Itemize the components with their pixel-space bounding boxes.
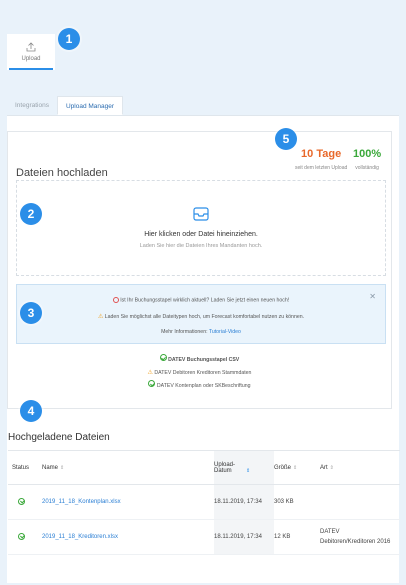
checklist-label: DATEV Kontenplan oder SKBeschriftung [156, 383, 251, 389]
column-name[interactable]: Name ⇕ [42, 450, 214, 485]
step-badge-2: 2 [20, 203, 42, 225]
warning-icon: ⚠ [147, 370, 153, 376]
info-line-1-text: Ist Ihr Buchungsstapel wirklich aktuell?… [120, 297, 290, 304]
inbox-icon [193, 207, 209, 221]
uploaded-files-table: Status Name ⇕ Upload-Datum ⇕ Größe ⇕ Art ⇕ 2… [8, 450, 400, 555]
step-badge-5: 5 [275, 128, 297, 150]
column-type-label: Art [320, 464, 328, 471]
tab-upload-manager[interactable]: Upload Manager [56, 96, 124, 115]
check-circle-icon [159, 354, 167, 361]
size-cell: 12 KB [274, 519, 320, 555]
upload-date-cell: 18.11.2019, 17:34 [214, 519, 274, 555]
days-value: 10 Tage [301, 148, 342, 160]
sort-icon: ⇕ [293, 464, 298, 471]
tab-bar: Integrations Upload Manager [7, 96, 399, 116]
days-caption: seit dem letzten Upload [295, 165, 348, 171]
checklist-item: ⚠ DATEV Debitoren Kreditoren Stammdaten [8, 367, 391, 380]
column-size-label: Größe [274, 464, 292, 471]
card-title: Dateien hochladen [16, 167, 108, 179]
info-more-label: Mehr Informationen: [161, 329, 208, 335]
checklist-item: DATEV Kontenplan oder SKBeschriftung [8, 380, 391, 393]
active-indicator [9, 68, 53, 70]
upload-date-cell: 18.11.2019, 17:34 [214, 484, 274, 520]
table-header-row: Status Name ⇕ Upload-Datum ⇕ Größe ⇕ Art ⇕ [8, 450, 400, 485]
info-line-2-text: Laden Sie möglichst alle Dateitypen hoch… [104, 314, 305, 320]
info-line-3: Mehr Informationen: Tutorial-Video [17, 329, 385, 335]
file-drop-zone[interactable]: Hier klicken oder Datei hineinziehen. La… [16, 180, 386, 276]
tab-integrations[interactable]: Integrations [7, 96, 57, 115]
drop-subtitle: Laden Sie hier die Dateien Ihres Mandant… [139, 243, 263, 249]
column-type[interactable]: Art ⇕ [320, 450, 400, 485]
sort-icon: ⇕ [329, 464, 334, 471]
info-alert: ✕ Ist Ihr Buchungsstapel wirklich aktuel… [16, 284, 386, 344]
sort-icon: ⇕ [60, 464, 65, 471]
completeness-caption: vollständig [355, 165, 379, 171]
checklist-label: DATEV Debitoren Kreditoren Stammdaten [154, 370, 252, 376]
column-name-label: Name [42, 464, 59, 471]
step-badge-1: 1 [58, 28, 80, 50]
info-line-1: Ist Ihr Buchungsstapel wirklich aktuell?… [17, 297, 385, 303]
upload-label: Upload [21, 56, 41, 62]
size-cell: 303 KB [274, 484, 320, 520]
column-size[interactable]: Größe ⇕ [274, 450, 320, 485]
uploaded-files-title: Hochgeladene Dateien [8, 432, 110, 443]
completeness-value: 100% [353, 148, 382, 160]
file-name-link[interactable]: 2019_11_18_Kreditoren.xlsx [42, 519, 214, 555]
table-row: 2019_11_18_Kontenplan.xlsx 18.11.2019, 1… [8, 484, 400, 520]
checklist-item: DATEV Buchungsstapel CSV [8, 354, 391, 367]
check-circle-icon [18, 497, 25, 505]
column-date-label: Upload-Datum [214, 461, 236, 474]
status-cell [8, 484, 42, 520]
column-upload-date[interactable]: Upload-Datum ⇕ [214, 450, 274, 485]
upload-icon [26, 42, 36, 52]
table-row: 2019_11_18_Kreditoren.xlsx 18.11.2019, 1… [8, 519, 400, 555]
sort-desc-icon: ⇕ [246, 467, 251, 474]
upload-card: Dateien hochladen 10 Tage seit dem letzt… [7, 131, 392, 409]
check-circle-icon [148, 380, 156, 387]
status-cell [8, 519, 42, 555]
step-badge-3: 3 [20, 302, 42, 324]
info-line-2: ⚠ Laden Sie möglichst alle Dateitypen ho… [17, 313, 385, 320]
step-badge-4: 4 [20, 400, 42, 422]
error-icon [112, 297, 119, 303]
column-status: Status [8, 450, 42, 485]
tutorial-video-link[interactable]: Tutorial-Video [209, 329, 241, 335]
completeness: 100% vollständig [353, 148, 381, 171]
type-cell: DATEV Debitoren/Kreditoren 2016 [320, 519, 400, 555]
warning-icon: ⚠ [97, 314, 104, 320]
type-cell [320, 484, 400, 520]
drop-title: Hier klicken oder Datei hineinziehen. [144, 231, 258, 238]
check-circle-icon [18, 532, 25, 540]
upload-button[interactable]: Upload [7, 34, 55, 70]
file-name-link[interactable]: 2019_11_18_Kontenplan.xlsx [42, 484, 214, 520]
file-type-checklist: DATEV Buchungsstapel CSV ⚠ DATEV Debitor… [8, 354, 391, 393]
checklist-label: DATEV Buchungsstapel CSV [168, 357, 240, 363]
days-since-upload: 10 Tage seit dem letzten Upload [295, 148, 347, 171]
